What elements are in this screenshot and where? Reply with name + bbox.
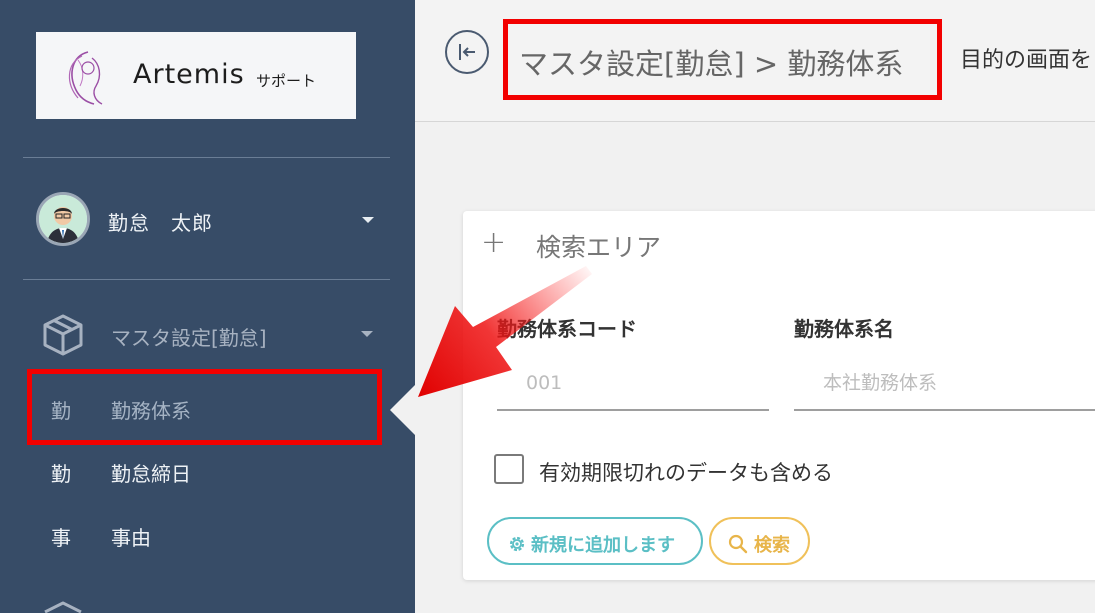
gear-icon bbox=[509, 536, 525, 552]
active-item-pointer bbox=[390, 384, 416, 436]
search-area-title[interactable]: 検索エリア bbox=[536, 228, 661, 264]
logo[interactable]: Artemis サポート bbox=[36, 32, 356, 119]
name-field[interactable] bbox=[794, 356, 1095, 411]
logo-name: Artemis bbox=[133, 59, 245, 90]
code-field-label: 勤務体系コード bbox=[497, 317, 637, 341]
header-hint: 目的の画面を bbox=[960, 48, 1093, 73]
sidebar-item-kintai-shimebi[interactable]: 勤 勤怠締日 bbox=[0, 446, 415, 496]
search-area: + 検索エリア 勤務体系コード 勤務体系名 有効期限切れのデータも含める 新規に… bbox=[463, 211, 1095, 580]
sidebar: Artemis サポート 勤怠 太郎 マスタ設定[勤怠] 勤 勤務体系 勤 勤怠… bbox=[0, 0, 415, 613]
sidebar-item-label: 勤怠締日 bbox=[111, 462, 191, 486]
box-icon bbox=[44, 601, 82, 613]
name-field-label: 勤務体系名 bbox=[794, 317, 894, 341]
chevron-down-icon bbox=[361, 331, 373, 337]
logo-mark-icon bbox=[68, 51, 103, 105]
user-name: 勤怠 太郎 bbox=[108, 211, 213, 235]
sidebar-item-abbr: 事 bbox=[51, 526, 71, 550]
add-new-label: 新規に追加します bbox=[531, 535, 675, 556]
sidebar-divider bbox=[23, 279, 390, 280]
title-highlight-box bbox=[503, 19, 942, 100]
collapse-sidebar-button[interactable] bbox=[445, 30, 489, 74]
sidebar-group-label: マスタ設定[勤怠] bbox=[111, 326, 267, 350]
include-expired-checkbox[interactable] bbox=[494, 454, 524, 484]
avatar bbox=[36, 192, 90, 246]
logo-subtitle: サポート bbox=[256, 72, 317, 90]
menu-highlight-box bbox=[27, 369, 382, 445]
box-icon bbox=[43, 314, 83, 356]
plus-icon[interactable]: + bbox=[481, 225, 506, 260]
search-label: 検索 bbox=[754, 535, 790, 556]
sidebar-item-label: 事由 bbox=[111, 526, 151, 550]
search-button[interactable]: 検索 bbox=[709, 517, 810, 565]
sidebar-divider bbox=[23, 157, 390, 158]
include-expired-label[interactable]: 有効期限切れのデータも含める bbox=[539, 457, 833, 487]
add-new-button[interactable]: 新規に追加します bbox=[487, 517, 703, 565]
collapse-sidebar-icon bbox=[459, 44, 475, 60]
user-menu[interactable]: 勤怠 太郎 bbox=[0, 183, 415, 259]
sidebar-item-abbr: 勤 bbox=[51, 462, 71, 486]
sidebar-item-jiyu[interactable]: 事 事由 bbox=[0, 510, 415, 560]
search-icon bbox=[728, 534, 748, 554]
chevron-down-icon[interactable] bbox=[362, 217, 374, 223]
sidebar-group-master-kintai[interactable]: マスタ設定[勤怠] bbox=[0, 305, 415, 365]
code-field[interactable] bbox=[497, 356, 769, 411]
